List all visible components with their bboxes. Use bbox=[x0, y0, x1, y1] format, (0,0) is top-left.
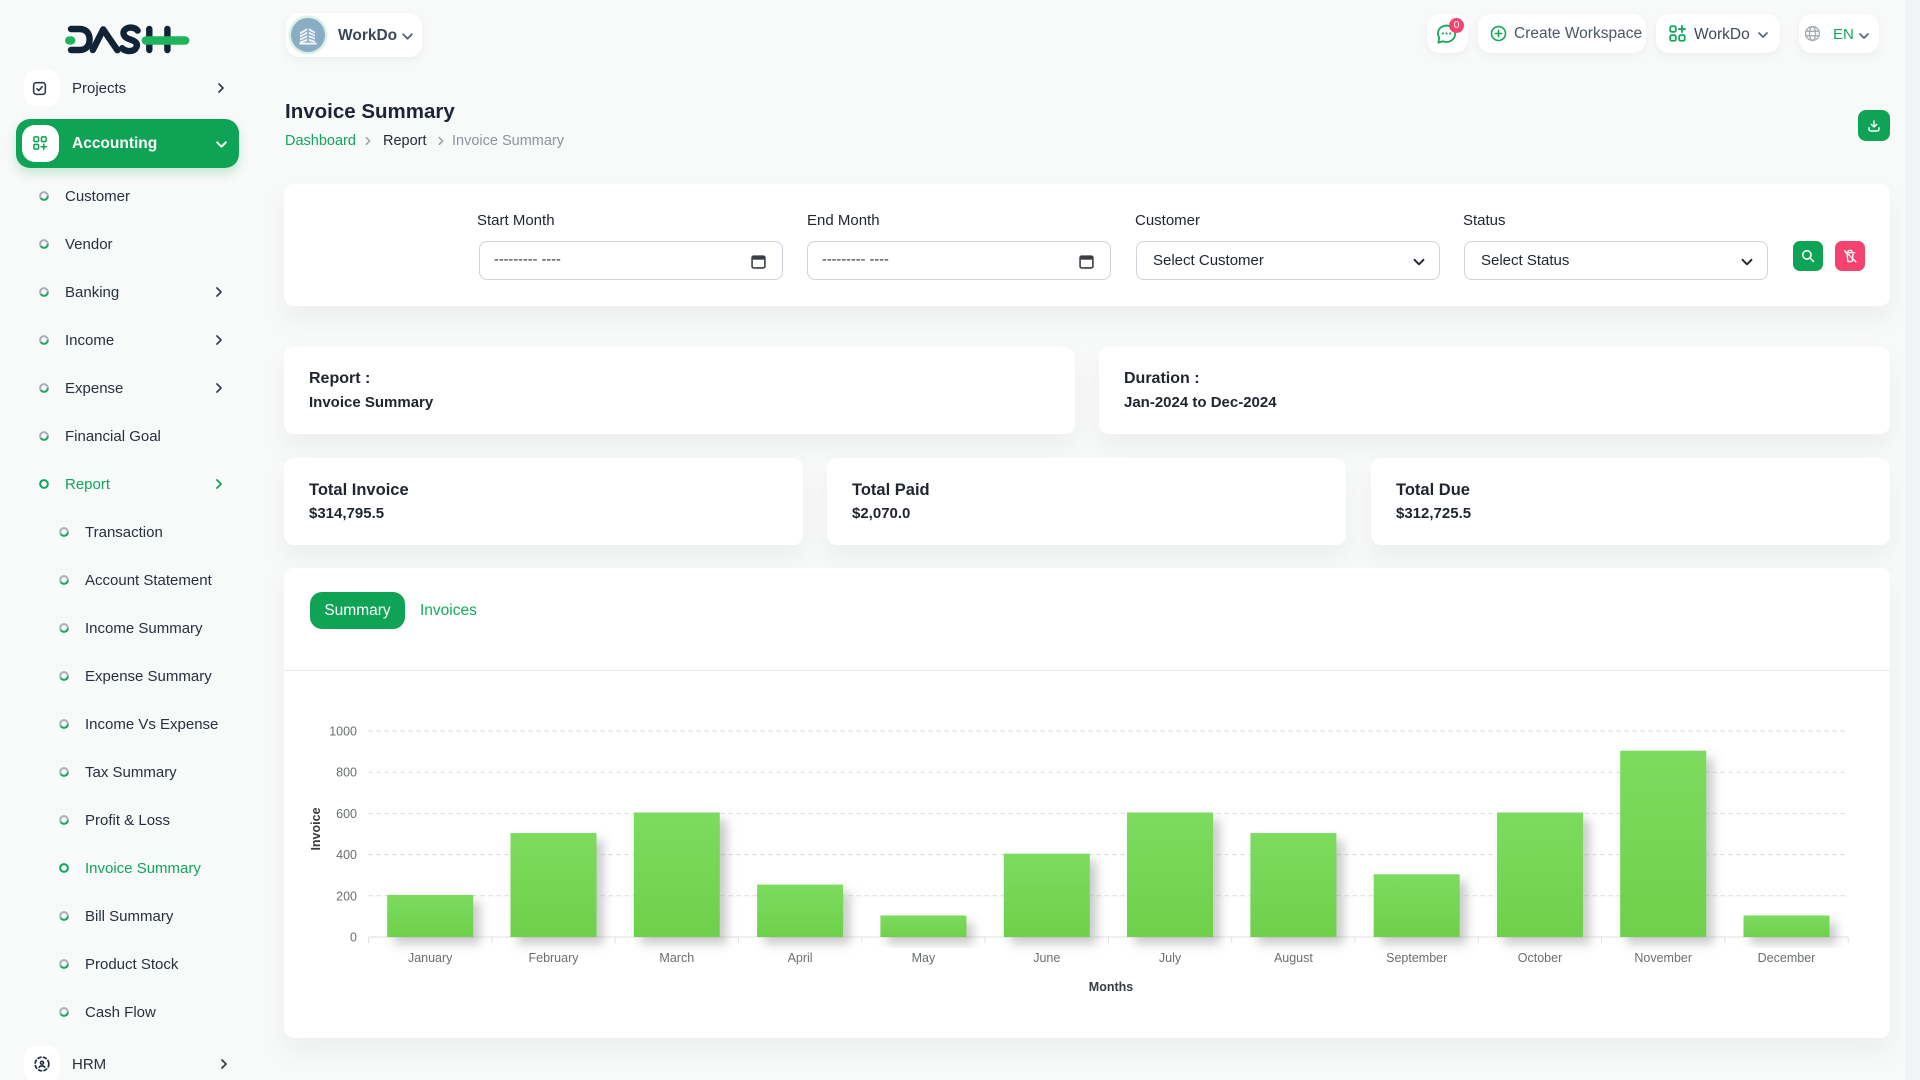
svg-text:400: 400 bbox=[336, 848, 357, 862]
svg-text:October: October bbox=[1518, 951, 1562, 965]
svg-text:200: 200 bbox=[336, 889, 357, 903]
svg-text:November: November bbox=[1634, 951, 1692, 965]
svg-text:May: May bbox=[912, 951, 936, 965]
svg-text:600: 600 bbox=[336, 807, 357, 821]
svg-text:1000: 1000 bbox=[329, 725, 357, 739]
svg-text:August: August bbox=[1274, 951, 1313, 965]
svg-text:800: 800 bbox=[336, 766, 357, 780]
svg-text:December: December bbox=[1758, 951, 1816, 965]
svg-text:January: January bbox=[408, 951, 453, 965]
svg-text:Months: Months bbox=[1089, 980, 1133, 994]
svg-text:September: September bbox=[1386, 951, 1447, 965]
svg-text:April: April bbox=[788, 951, 813, 965]
svg-text:March: March bbox=[659, 951, 694, 965]
svg-text:February: February bbox=[528, 951, 579, 965]
svg-text:Invoice: Invoice bbox=[309, 807, 323, 850]
svg-text:July: July bbox=[1159, 951, 1182, 965]
svg-text:0: 0 bbox=[350, 931, 357, 945]
svg-text:June: June bbox=[1033, 951, 1060, 965]
